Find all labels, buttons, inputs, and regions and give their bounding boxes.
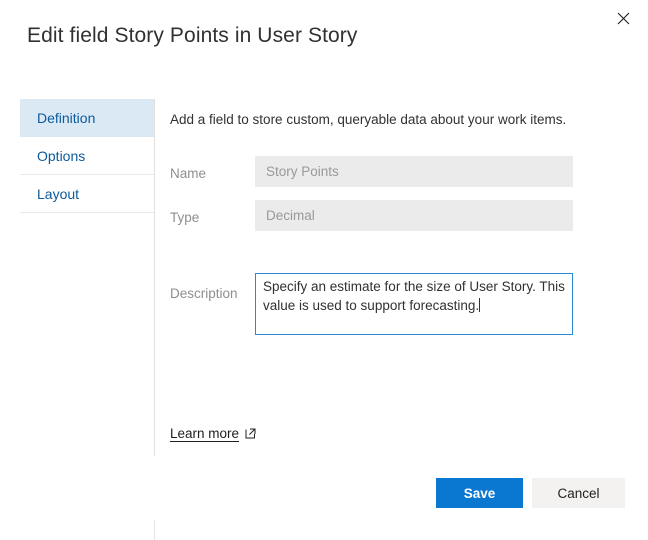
close-dialog-button[interactable] bbox=[608, 4, 638, 32]
dialog-footer: Save Cancel bbox=[0, 478, 648, 508]
tab-options[interactable]: Options bbox=[20, 137, 154, 175]
dialog-title: Edit field Story Points in User Story bbox=[27, 24, 358, 47]
tab-rail-divider-tail bbox=[154, 520, 155, 540]
form-row-name: Name Story Points bbox=[170, 156, 590, 187]
name-input: Story Points bbox=[255, 156, 573, 187]
form-row-description: Description Specify an estimate for the … bbox=[170, 273, 590, 335]
panel-description: Add a field to store custom, queryable d… bbox=[170, 112, 567, 127]
type-input: Decimal bbox=[255, 200, 573, 231]
cancel-button[interactable]: Cancel bbox=[532, 478, 625, 508]
save-button[interactable]: Save bbox=[436, 478, 523, 508]
name-field-label: Name bbox=[170, 166, 207, 181]
form-row-type: Type Decimal bbox=[170, 200, 590, 231]
tab-options-label: Options bbox=[37, 147, 86, 164]
description-textarea-value: Specify an estimate for the size of User… bbox=[263, 279, 569, 313]
tab-layout[interactable]: Layout bbox=[20, 175, 154, 213]
text-caret bbox=[479, 298, 481, 312]
tab-definition-label: Definition bbox=[37, 109, 96, 126]
tab-layout-label: Layout bbox=[37, 185, 80, 202]
tab-rail: Definition Options Layout bbox=[20, 99, 155, 456]
tab-definition[interactable]: Definition bbox=[20, 99, 154, 137]
close-icon bbox=[617, 12, 630, 25]
external-link-icon bbox=[245, 428, 256, 439]
learn-more-link[interactable]: Learn more bbox=[170, 426, 256, 441]
description-textarea[interactable]: Specify an estimate for the size of User… bbox=[255, 273, 573, 335]
description-field-label: Description bbox=[170, 286, 238, 301]
learn-more-label: Learn more bbox=[170, 426, 240, 441]
definition-panel: Add a field to store custom, queryable d… bbox=[170, 110, 590, 348]
type-field-label: Type bbox=[170, 210, 200, 225]
